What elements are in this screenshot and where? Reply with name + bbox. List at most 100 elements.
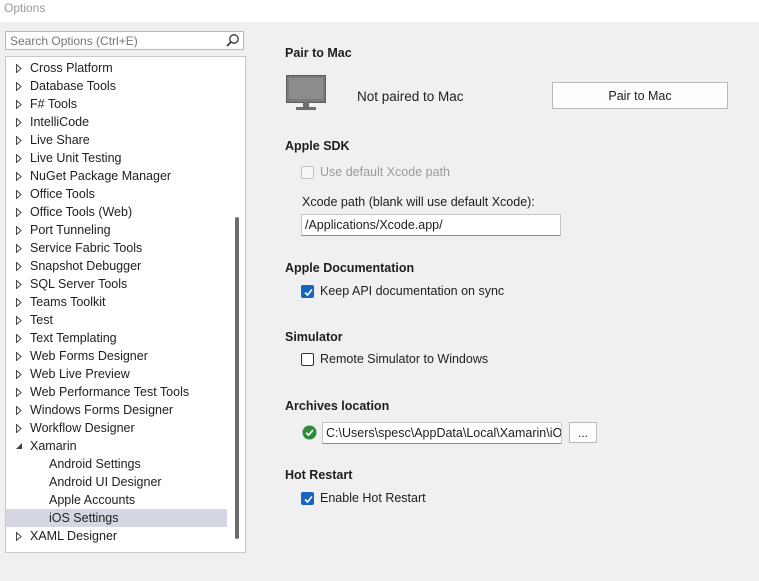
tree-item-label: Web Performance Test Tools: [30, 385, 190, 399]
collapsed-arrow-icon[interactable]: [15, 298, 23, 307]
browse-button[interactable]: ...: [569, 422, 597, 443]
collapsed-arrow-icon[interactable]: [15, 370, 23, 379]
tree-item[interactable]: Android Settings: [6, 455, 227, 473]
tree-item[interactable]: Web Forms Designer: [6, 347, 227, 365]
apple-documentation-heading: Apple Documentation: [285, 261, 415, 275]
tree-item-label: Android Settings: [49, 457, 141, 471]
collapsed-arrow-icon[interactable]: [15, 244, 23, 253]
tree-item[interactable]: Database Tools: [6, 77, 227, 95]
xcode-path-label: Xcode path (blank will use default Xcode…: [302, 195, 535, 209]
collapsed-arrow-icon[interactable]: [15, 388, 23, 397]
tree-item-label: Cross Platform: [30, 61, 113, 75]
tree-item[interactable]: Cross Platform: [6, 59, 227, 77]
tree-item-label: Teams Toolkit: [30, 295, 106, 309]
pair-status: Not paired to Mac: [357, 89, 464, 104]
tree-item[interactable]: Teams Toolkit: [6, 293, 227, 311]
collapsed-arrow-icon[interactable]: [15, 316, 23, 325]
remote-simulator-checkbox[interactable]: [301, 353, 314, 366]
tree-item[interactable]: Web Performance Test Tools: [6, 383, 227, 401]
tree-item[interactable]: XAML Designer: [6, 527, 227, 545]
tree-item[interactable]: iOS Settings: [6, 509, 227, 527]
archives-path-field-box[interactable]: [322, 422, 562, 444]
check-circle-icon: [302, 425, 317, 440]
tree-item[interactable]: Xamarin: [6, 437, 227, 455]
tree-item-label: Web Live Preview: [30, 367, 130, 381]
tree-item-label: Port Tunneling: [30, 223, 111, 237]
tree-item[interactable]: Windows Forms Designer: [6, 401, 227, 419]
collapsed-arrow-icon[interactable]: [15, 208, 23, 217]
collapsed-arrow-icon[interactable]: [15, 280, 23, 289]
search-icon[interactable]: [225, 33, 240, 48]
tree-item[interactable]: IntelliCode: [6, 113, 227, 131]
tree-item-label: Service Fabric Tools: [30, 241, 143, 255]
tree-item-label: Office Tools (Web): [30, 205, 133, 219]
collapsed-arrow-icon[interactable]: [15, 154, 23, 163]
tree-item-label: Apple Accounts: [49, 493, 136, 507]
tree-item[interactable]: Android UI Designer: [6, 473, 227, 491]
xcode-path-field-box[interactable]: [301, 214, 561, 236]
tree-item-label: Web Forms Designer: [30, 349, 148, 363]
pair-to-mac-heading: Pair to Mac: [285, 46, 352, 60]
tree-item[interactable]: SQL Server Tools: [6, 275, 227, 293]
tree-item[interactable]: Live Unit Testing: [6, 149, 227, 167]
hot-restart-heading: Hot Restart: [285, 468, 353, 482]
tree-item[interactable]: Snapshot Debugger: [6, 257, 227, 275]
tree-item[interactable]: Office Tools (Web): [6, 203, 227, 221]
tree-item-label: Test: [30, 313, 53, 327]
tree-item[interactable]: Web Live Preview: [6, 365, 227, 383]
collapsed-arrow-icon[interactable]: [15, 424, 23, 433]
options-tree[interactable]: Cross Platform Database Tools F# Tools Inte…: [5, 56, 246, 553]
collapsed-arrow-icon[interactable]: [15, 118, 23, 127]
collapsed-arrow-icon[interactable]: [15, 352, 23, 361]
apple-sdk-heading: Apple SDK: [285, 139, 350, 153]
tree-item[interactable]: Live Share: [6, 131, 227, 149]
pair-to-mac-button[interactable]: Pair to Mac: [552, 82, 728, 109]
tree-item-label: NuGet Package Manager: [30, 169, 172, 183]
xcode-path-input[interactable]: [302, 215, 560, 235]
collapsed-arrow-icon[interactable]: [15, 406, 23, 415]
archives-path-input[interactable]: [323, 423, 561, 443]
title-bar: Options: [0, 0, 759, 22]
tree-item-label: Office Tools: [30, 187, 95, 201]
simulator-heading: Simulator: [285, 330, 343, 344]
tree-item[interactable]: F# Tools: [6, 95, 227, 113]
tree-item[interactable]: NuGet Package Manager: [6, 167, 227, 185]
tree-item-label: Xamarin: [30, 439, 77, 453]
tree-item[interactable]: Office Tools: [6, 185, 227, 203]
search-input[interactable]: [6, 32, 225, 49]
tree-item[interactable]: Service Fabric Tools: [6, 239, 227, 257]
remote-simulator-label: Remote Simulator to Windows: [320, 352, 489, 366]
collapsed-arrow-icon[interactable]: [15, 532, 23, 541]
enable-hot-restart-label: Enable Hot Restart: [320, 491, 426, 505]
collapsed-arrow-icon[interactable]: [15, 82, 23, 91]
checkmark-icon: [304, 288, 313, 297]
tree-item-label: Text Templating: [30, 331, 117, 345]
monitor-icon: [286, 75, 326, 110]
tree-item-label: Workflow Designer: [30, 421, 135, 435]
tree-item[interactable]: Text Templating: [6, 329, 227, 347]
collapsed-arrow-icon[interactable]: [15, 136, 23, 145]
tree-item-label: Live Share: [30, 133, 90, 147]
collapsed-arrow-icon[interactable]: [15, 262, 23, 271]
tree-item-label: SQL Server Tools: [30, 277, 128, 291]
collapsed-arrow-icon[interactable]: [15, 226, 23, 235]
archives-location-heading: Archives location: [285, 399, 390, 413]
tree-item-label: Android UI Designer: [49, 475, 162, 489]
window-title: Options: [4, 1, 46, 15]
tree-item[interactable]: Apple Accounts: [6, 491, 227, 509]
collapsed-arrow-icon[interactable]: [15, 64, 23, 73]
tree-item[interactable]: Port Tunneling: [6, 221, 227, 239]
collapsed-arrow-icon[interactable]: [15, 190, 23, 199]
collapsed-arrow-icon[interactable]: [15, 100, 23, 109]
collapsed-arrow-icon[interactable]: [15, 172, 23, 181]
search-box[interactable]: [5, 31, 244, 50]
tree-item-label: Live Unit Testing: [30, 151, 122, 165]
tree-item[interactable]: Test: [6, 311, 227, 329]
expanded-arrow-icon[interactable]: [15, 442, 23, 451]
keep-api-docs-checkbox[interactable]: [301, 285, 314, 298]
tree-item[interactable]: Workflow Designer: [6, 419, 227, 437]
enable-hot-restart-checkbox[interactable]: [301, 492, 314, 505]
collapsed-arrow-icon[interactable]: [15, 334, 23, 343]
use-default-xcode-checkbox: [301, 166, 314, 179]
tree-scrollbar[interactable]: [235, 217, 239, 539]
